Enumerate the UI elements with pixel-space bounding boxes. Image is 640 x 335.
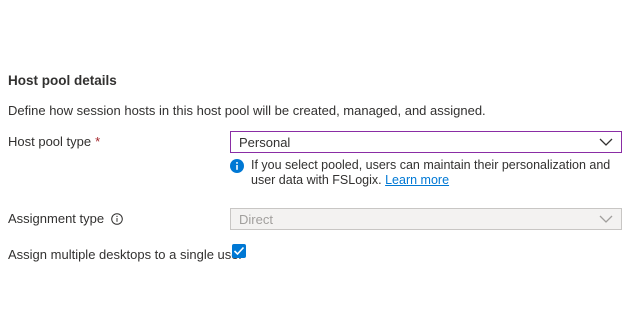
assignment-type-selected-value: Direct [239,211,273,227]
host-pool-type-label-row: Host pool type * [8,134,100,149]
assignment-type-label-row: Assignment type [8,211,123,226]
host-pool-type-selected-value: Personal [239,134,291,150]
assignment-type-label: Assignment type [8,211,105,226]
multiple-desktops-checkbox[interactable] [232,244,246,258]
assignment-type-dropdown: Direct [230,208,622,230]
host-pool-type-info: If you select pooled, users can maintain… [230,158,622,188]
learn-more-link[interactable]: Learn more [385,173,449,187]
multiple-desktops-label-row: Assign multiple desktops to a single use… [8,247,243,262]
chevron-down-icon [599,214,613,224]
host-pool-type-label: Host pool type [8,134,92,149]
section-title: Host pool details [8,73,117,88]
info-tooltip-icon[interactable] [111,212,123,225]
required-marker: * [95,134,101,149]
checkmark-icon [233,246,245,256]
multiple-desktops-label: Assign multiple desktops to a single use… [8,247,243,262]
section-description: Define how session hosts in this host po… [8,103,486,118]
info-icon [230,159,244,173]
info-text: If you select pooled, users can maintain… [251,158,622,188]
chevron-down-icon [599,137,613,147]
host-pool-details-form: Host pool details Define how session hos… [0,0,640,335]
host-pool-type-dropdown[interactable]: Personal [230,131,622,153]
